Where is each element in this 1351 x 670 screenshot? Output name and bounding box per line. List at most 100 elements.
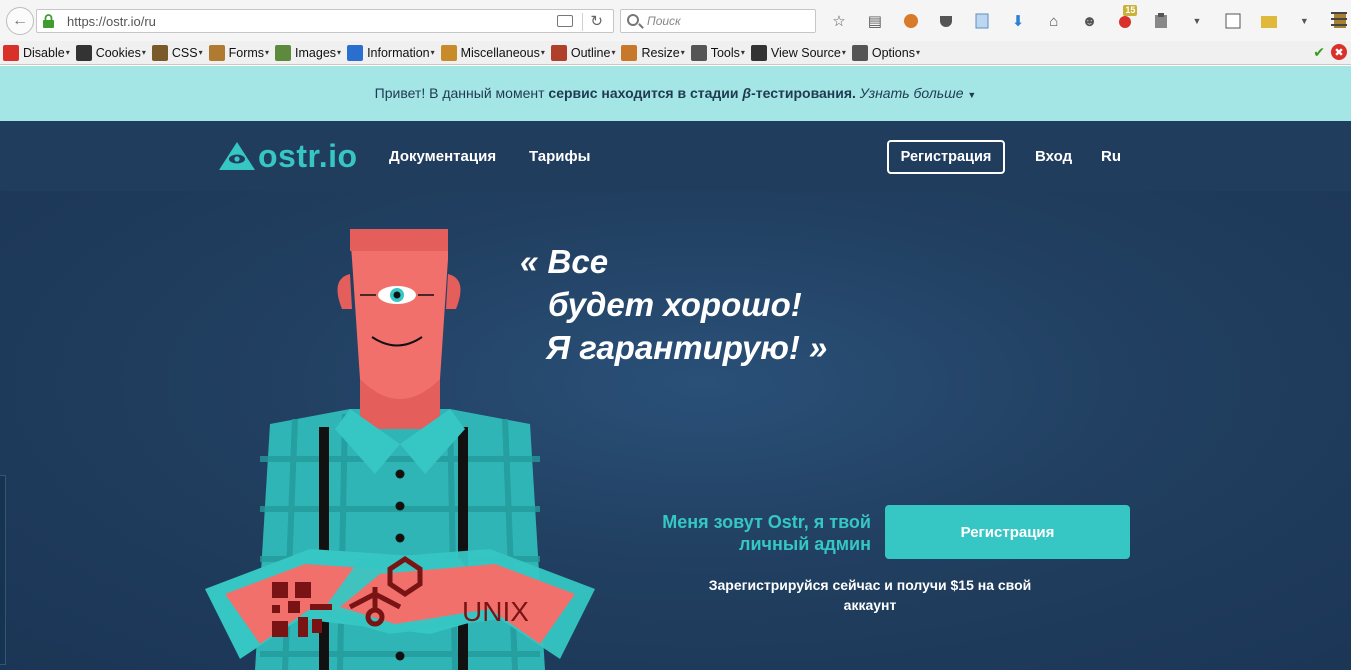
- webdev-menu-label: Images: [295, 45, 337, 60]
- chevron-down-icon: ▾: [915, 48, 920, 57]
- clipboard-icon[interactable]: [1150, 11, 1172, 31]
- cookies-icon: [75, 44, 92, 61]
- webdev-menu-label: Resize: [641, 45, 680, 60]
- chevron-down-icon: ▾: [611, 48, 616, 57]
- unix-tattoo-text: UNIX: [462, 596, 529, 627]
- nav-pricing[interactable]: Тарифы: [529, 148, 590, 165]
- hero-quote-line-3: Я гарантирую! »: [546, 329, 828, 366]
- ostr-mascot-illustration: UNIX: [205, 229, 595, 670]
- webdev-menu-resize[interactable]: Resize ▾: [621, 42, 685, 64]
- chevron-down-icon: ▾: [740, 48, 745, 57]
- bookmark-star-icon[interactable]: ☆: [828, 11, 850, 31]
- error-icon[interactable]: ✖: [1331, 44, 1347, 60]
- logo-eye-icon: [219, 142, 255, 170]
- extension-badge-count: 15: [1123, 5, 1138, 16]
- chevron-down-icon: ▾: [540, 48, 545, 57]
- webdev-menu-tools[interactable]: Tools ▾: [690, 42, 745, 64]
- webdev-menu-css[interactable]: CSS ▾: [151, 42, 203, 64]
- chevron-down-icon: ▾: [65, 48, 70, 57]
- beta-symbol: β: [742, 85, 752, 101]
- search-input[interactable]: Поиск: [620, 9, 816, 33]
- chevron-down-icon: ▾: [430, 48, 435, 57]
- information-icon: [347, 44, 364, 61]
- chevron-down-icon: ▾: [337, 48, 342, 57]
- hero-quote-line-1: « Все: [520, 243, 609, 280]
- home-icon[interactable]: ⌂: [1043, 11, 1065, 31]
- webdev-menu-view-source[interactable]: View Source ▾: [750, 42, 846, 64]
- beta-notice-bar: Привет! В данный момент сервис находится…: [0, 66, 1351, 121]
- images-icon: [275, 44, 292, 61]
- beta-notice-strong: сервис находится в стадии: [548, 85, 743, 101]
- web-developer-toolbar: Disable ▾ Cookies ▾ CSS ▾ Forms ▾ Images ▾ Informa…: [0, 41, 1351, 65]
- logo[interactable]: ostr.io: [218, 138, 358, 174]
- webdev-menu-label: Information: [367, 45, 430, 60]
- extension-orange-icon[interactable]: [900, 11, 922, 31]
- chevron-down-icon: ▾: [198, 48, 203, 57]
- webdev-menu-options[interactable]: Options ▾: [851, 42, 920, 64]
- chevron-down-icon: ▾: [141, 48, 146, 57]
- learn-more-link[interactable]: Узнать больше: [860, 85, 964, 101]
- check-icon[interactable]: ✔: [1313, 44, 1325, 61]
- browser-navbar: ← https://ostr.io/ru ↻ Поиск ☆ ▤ ⬇ ⌂ ☻ 1…: [0, 0, 1351, 41]
- menu-icon[interactable]: [1331, 12, 1347, 26]
- language-switch[interactable]: Ru: [1101, 148, 1121, 165]
- chevron-down-icon[interactable]: ▼: [967, 90, 976, 100]
- extension-badge-icon[interactable]: 15: [1114, 5, 1138, 31]
- resize-icon: [621, 44, 638, 61]
- hero-quote-line-2: будет хорошо!: [548, 286, 802, 323]
- chevron-down-icon: ▾: [680, 48, 685, 57]
- login-link[interactable]: Вход: [1035, 148, 1072, 165]
- reader-view-icon[interactable]: [557, 15, 573, 27]
- download-icon[interactable]: ⬇: [1007, 11, 1029, 31]
- webdev-menu-label: Tools: [710, 45, 740, 60]
- pocket-icon[interactable]: [935, 11, 957, 31]
- emoji-icon[interactable]: ☻: [1079, 11, 1101, 31]
- register-button[interactable]: Регистрация: [887, 140, 1005, 174]
- miscellaneous-icon: [440, 44, 457, 61]
- webdev-menu-label: Outline: [570, 45, 611, 60]
- webdev-menu-label: Miscellaneous: [460, 45, 540, 60]
- validation-status: ✔ ✖: [1313, 44, 1351, 61]
- options-icon: [851, 44, 868, 61]
- webdev-menu-forms[interactable]: Forms ▾: [208, 42, 270, 64]
- back-button[interactable]: ←: [6, 7, 34, 35]
- hero-tagline: Меня зовут Ostr, я твой личный админ: [662, 512, 871, 554]
- chevron-down-icon: ▾: [841, 48, 846, 57]
- nav-documentation[interactable]: Документация: [389, 148, 496, 165]
- webdev-menu-images[interactable]: Images ▾: [275, 42, 341, 64]
- beta-notice-suffix: -тестирования.: [751, 85, 856, 101]
- dropdown-caret-icon[interactable]: ▼: [1186, 11, 1208, 31]
- dropdown-caret-icon[interactable]: ▼: [1293, 11, 1315, 31]
- back-arrow-icon: ←: [12, 12, 28, 29]
- webdev-menu-label: Options: [871, 45, 915, 60]
- view-source-icon: [750, 44, 767, 61]
- page-icon[interactable]: [971, 11, 993, 31]
- side-feedback-tab[interactable]: [0, 475, 6, 665]
- webdev-menu-label: Cookies: [95, 45, 141, 60]
- site-header: ostr.io Документация Тарифы Регистрация …: [0, 121, 1351, 191]
- lock-icon: [43, 14, 54, 28]
- webdev-menu-label: Forms: [228, 45, 265, 60]
- screenshot-icon[interactable]: [1222, 11, 1244, 31]
- logo-text: ostr.io: [258, 137, 358, 174]
- url-text: https://ostr.io/ru: [67, 14, 156, 29]
- webdev-menu-label: Disable: [23, 45, 65, 60]
- hero-section: UNIX « Все будет хорошо! Я гарантирую! »…: [0, 191, 1351, 670]
- reload-icon[interactable]: ↻: [590, 12, 603, 30]
- disable-icon: [3, 44, 19, 61]
- webdev-menu-label: CSS: [171, 45, 198, 60]
- webdev-menu-cookies[interactable]: Cookies ▾: [75, 42, 146, 64]
- url-bar[interactable]: https://ostr.io/ru ↻: [36, 9, 614, 33]
- folder-icon[interactable]: [1258, 11, 1280, 31]
- webdev-menu-outline[interactable]: Outline ▾: [550, 42, 616, 64]
- reading-list-icon[interactable]: ▤: [864, 11, 886, 31]
- webdev-menu-disable[interactable]: Disable ▾: [3, 42, 70, 64]
- webdev-menu-information[interactable]: Information ▾: [347, 42, 435, 64]
- webdev-menu-miscellaneous[interactable]: Miscellaneous ▾: [440, 42, 545, 64]
- hero-promo-text: Зарегистрируйся сейчас и получи $15 на с…: [708, 577, 1032, 613]
- hero-register-button[interactable]: Регистрация: [885, 505, 1130, 559]
- outline-icon: [550, 44, 567, 61]
- chevron-down-icon: ▾: [265, 48, 270, 57]
- beta-notice-text: Привет! В данный момент: [374, 85, 549, 101]
- css-icon: [151, 44, 168, 61]
